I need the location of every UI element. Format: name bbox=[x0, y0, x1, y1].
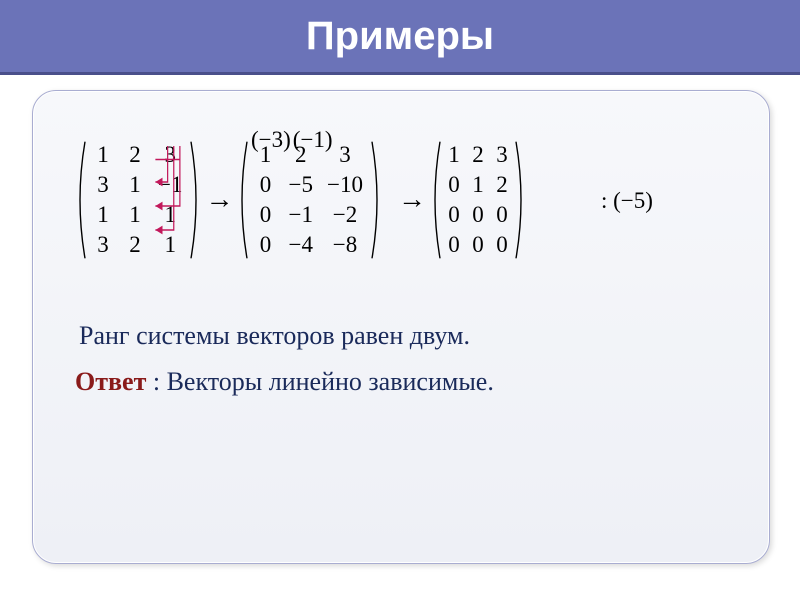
cell: 2 bbox=[119, 230, 151, 260]
cell: 2 bbox=[490, 170, 514, 200]
cell: 0 bbox=[466, 200, 490, 230]
cell: 0 bbox=[466, 230, 490, 260]
paren-right-icon bbox=[189, 140, 203, 260]
cell: −1 bbox=[151, 170, 189, 200]
cell: −10 bbox=[320, 170, 370, 200]
cell: 0 bbox=[490, 230, 514, 260]
cell: 2 bbox=[466, 140, 490, 170]
content-card: 123 31−1 111 321 bbox=[32, 90, 770, 564]
slide-title: Примеры bbox=[0, 0, 800, 72]
cell: 3 bbox=[87, 230, 119, 260]
math-area: 123 31−1 111 321 bbox=[73, 115, 745, 285]
matrix-b: 123 0−5−10 0−1−2 0−4−8 bbox=[239, 140, 379, 260]
paren-right-icon bbox=[514, 140, 528, 260]
cell: 1 bbox=[87, 140, 119, 170]
matrix-c: 123 012 000 000 bbox=[432, 140, 524, 260]
cell: 1 bbox=[119, 170, 151, 200]
cell: 0 bbox=[442, 230, 466, 260]
cell: 0 bbox=[442, 170, 466, 200]
cell: 0 bbox=[490, 200, 514, 230]
cell: 1 bbox=[442, 140, 466, 170]
matrix-a-table: 123 31−1 111 321 bbox=[87, 140, 189, 260]
cell: −8 bbox=[320, 230, 370, 260]
cell: 1 bbox=[87, 200, 119, 230]
answer-line: Ответ : Векторы линейно зависимые. bbox=[75, 367, 494, 397]
cell: 0 bbox=[442, 200, 466, 230]
cell: 0 bbox=[249, 230, 281, 260]
matrix-a: 123 31−1 111 321 bbox=[77, 140, 199, 260]
cell: 3 bbox=[490, 140, 514, 170]
cell: 2 bbox=[119, 140, 151, 170]
title-banner: Примеры bbox=[0, 0, 800, 72]
paren-left-icon bbox=[235, 140, 249, 260]
answer-label: Ответ bbox=[75, 367, 146, 396]
row-op-factors-1: (−3)(−1) bbox=[251, 127, 335, 153]
factor: (−1) bbox=[293, 127, 333, 152]
cell: 1 bbox=[119, 200, 151, 230]
cell: −4 bbox=[281, 230, 319, 260]
row-op-factor-2: : (−5) bbox=[601, 188, 653, 214]
cell: 1 bbox=[151, 200, 189, 230]
cell: 1 bbox=[151, 230, 189, 260]
factor: (−3) bbox=[251, 127, 291, 152]
cell: 3 bbox=[151, 140, 189, 170]
cell: −1 bbox=[281, 200, 319, 230]
cell: 1 bbox=[466, 170, 490, 200]
arrow-icon: → bbox=[205, 184, 233, 216]
paren-right-icon bbox=[370, 140, 384, 260]
paren-left-icon bbox=[428, 140, 442, 260]
arrow-icon: → bbox=[398, 184, 426, 216]
slide: Примеры 123 31−1 111 321 bbox=[0, 0, 800, 600]
matrix-c-table: 123 012 000 000 bbox=[442, 140, 514, 260]
matrix-b-table: 123 0−5−10 0−1−2 0−4−8 bbox=[249, 140, 369, 260]
cell: 3 bbox=[87, 170, 119, 200]
cell: 0 bbox=[249, 200, 281, 230]
answer-text: : Векторы линейно зависимые. bbox=[146, 367, 493, 396]
cell: −5 bbox=[281, 170, 319, 200]
cell: 0 bbox=[249, 170, 281, 200]
banner-underline bbox=[0, 72, 800, 75]
cell: −2 bbox=[320, 200, 370, 230]
rank-statement: Ранг системы векторов равен двум. bbox=[79, 321, 470, 351]
paren-left-icon bbox=[73, 140, 87, 260]
